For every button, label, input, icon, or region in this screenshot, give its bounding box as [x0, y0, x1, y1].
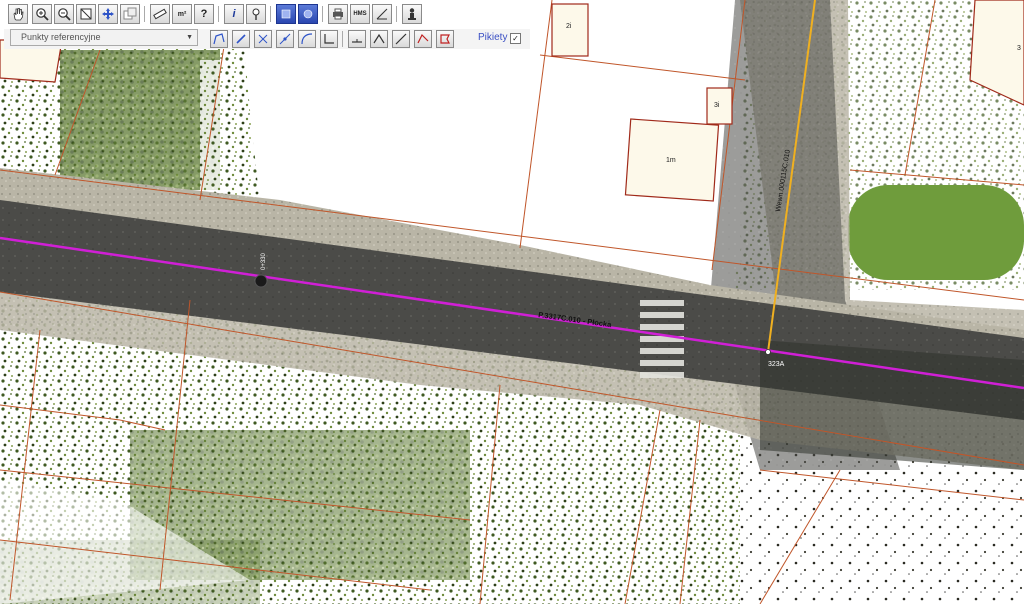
chevron-down-icon: ▼ — [186, 34, 193, 41]
map-canvas[interactable]: 2i 3i 1m 3 Wewn.000115C.010 P.3317C.010 … — [0, 0, 1024, 604]
building-2i — [551, 3, 589, 57]
info-icon[interactable]: i — [224, 4, 244, 24]
parcel-label-1m: 1m — [666, 157, 676, 164]
parcel-label-3i: 3i — [714, 102, 720, 109]
veg-top-left-dense — [60, 50, 220, 190]
layer-select[interactable]: Punkty referencyjne ▼ — [10, 29, 198, 46]
help-icon-label: ? — [200, 8, 208, 20]
reference-point-label: 323A — [768, 361, 785, 368]
polygon-red-icon[interactable] — [414, 30, 432, 48]
parcel-label-3: 3 — [1017, 45, 1021, 52]
pan-icon[interactable] — [98, 4, 118, 24]
zoom-out-icon[interactable] — [54, 4, 74, 24]
tree-shadow — [760, 340, 1024, 470]
reference-point[interactable] — [765, 349, 771, 355]
kilometer-marker-label: 0+330 — [261, 252, 267, 270]
print-icon[interactable] — [328, 4, 348, 24]
hms-icon-label: HMS — [353, 11, 367, 17]
person-icon[interactable] — [402, 4, 422, 24]
map-toolbar: m² ? i HMS Punkty referencyjne ▼ Pikiety… — [4, 4, 530, 52]
hms-icon[interactable]: HMS — [350, 4, 370, 24]
peak-icon[interactable] — [370, 30, 388, 48]
area-icon-label: m² — [177, 10, 187, 18]
diagonal-icon[interactable] — [392, 30, 410, 48]
layer-select-value: Punkty referencyjne — [21, 32, 101, 42]
pikiety-label: Pikiety — [478, 32, 508, 43]
measure-icon[interactable] — [150, 4, 170, 24]
pencil-icon[interactable] — [232, 30, 250, 48]
baseline-icon[interactable] — [348, 30, 366, 48]
area-icon[interactable]: m² — [172, 4, 192, 24]
flag-icon[interactable] — [436, 30, 454, 48]
kilometer-marker[interactable] — [254, 274, 268, 288]
identify-icon[interactable] — [246, 4, 266, 24]
info-icon-label: i — [232, 8, 236, 20]
zoom-extent-icon[interactable] — [76, 4, 96, 24]
help-icon[interactable]: ? — [194, 4, 214, 24]
scissors-icon[interactable] — [254, 30, 272, 48]
layers-icon[interactable] — [276, 4, 296, 24]
building-3i — [706, 87, 733, 125]
zoom-window-icon[interactable] — [120, 4, 140, 24]
hand-icon[interactable] — [8, 4, 28, 24]
pikiety-checkbox[interactable]: ✓ — [510, 33, 521, 44]
lawn — [848, 185, 1024, 280]
layers-alt-icon[interactable] — [298, 4, 318, 24]
draw-polyline-icon[interactable] — [210, 30, 228, 48]
toolbar-row-2: Punkty referencyjne ▼ Pikiety ✓ — [4, 29, 530, 49]
curve-icon[interactable] — [298, 30, 316, 48]
parcel-label-2i: 2i — [566, 23, 572, 30]
move-vertex-icon[interactable] — [276, 30, 294, 48]
corner-icon[interactable] — [320, 30, 338, 48]
zoom-in-icon[interactable] — [32, 4, 52, 24]
angle-icon[interactable] — [372, 4, 392, 24]
